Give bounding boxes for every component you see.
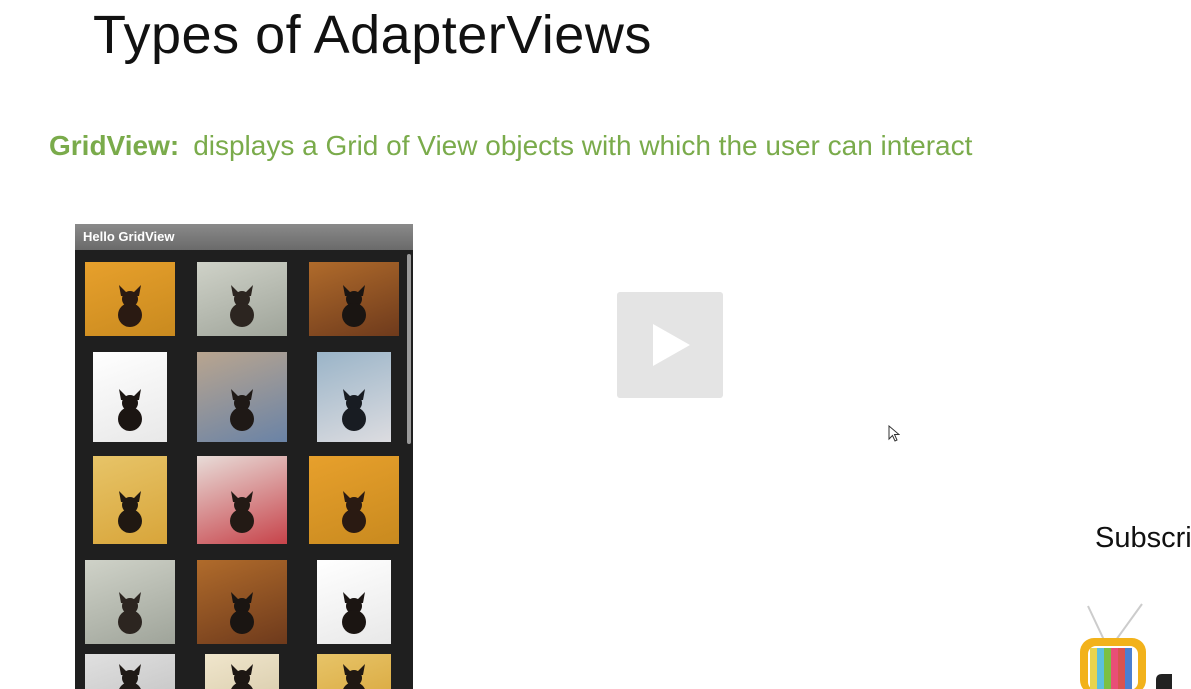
dog-photo-icon [230,491,254,534]
dog-photo-icon [342,389,366,431]
tv-logo-icon [1080,603,1172,689]
grid-photo[interactable] [309,262,399,336]
grid-photo[interactable] [309,456,399,544]
dog-photo-icon [118,591,142,634]
grid-photo[interactable] [93,456,167,544]
dog-photo-icon [118,389,142,431]
slide-title: Types of AdapterViews [93,5,652,65]
dog-photo-icon [343,664,365,689]
dog-photo-icon [342,284,366,327]
grid-photo[interactable] [317,654,391,689]
app-title-bar: Hello GridView [75,224,413,250]
grid-photo[interactable] [197,456,287,544]
dog-photo-icon [342,591,366,634]
subtitle-term: GridView: [49,130,180,161]
dog-photo-icon [230,284,254,327]
slide-subtitle: GridView: displays a Grid of View objects… [49,130,972,162]
gridview-screenshot: Hello GridView [75,224,413,689]
grid-photo[interactable] [317,560,391,644]
grid-photo[interactable] [85,560,175,644]
grid-photo[interactable] [85,654,175,689]
grid-photo[interactable] [197,352,287,442]
mouse-cursor-icon [888,425,900,442]
subtitle-description: displays a Grid of View objects with whi… [193,130,973,161]
phone-scrollbar [407,254,411,444]
grid-photo[interactable] [197,262,287,336]
dog-photo-icon [230,591,254,634]
dog-photo-icon [231,664,253,689]
play-button[interactable] [617,292,723,398]
dog-photo-icon [230,389,254,431]
grid-photo[interactable] [317,352,391,442]
grid-photo[interactable] [93,352,167,442]
dog-photo-icon [118,491,142,534]
grid-photo[interactable] [85,262,175,336]
dog-photo-icon [119,664,141,689]
video-frame: Types of AdapterViews GridView: displays … [0,0,1191,689]
dog-photo-icon [118,284,142,327]
play-icon [653,324,690,366]
grid-photo[interactable] [197,560,287,644]
grid-photo[interactable] [205,654,279,689]
subscribe-text[interactable]: Subscri [1095,522,1191,555]
dog-photo-icon [342,491,366,534]
